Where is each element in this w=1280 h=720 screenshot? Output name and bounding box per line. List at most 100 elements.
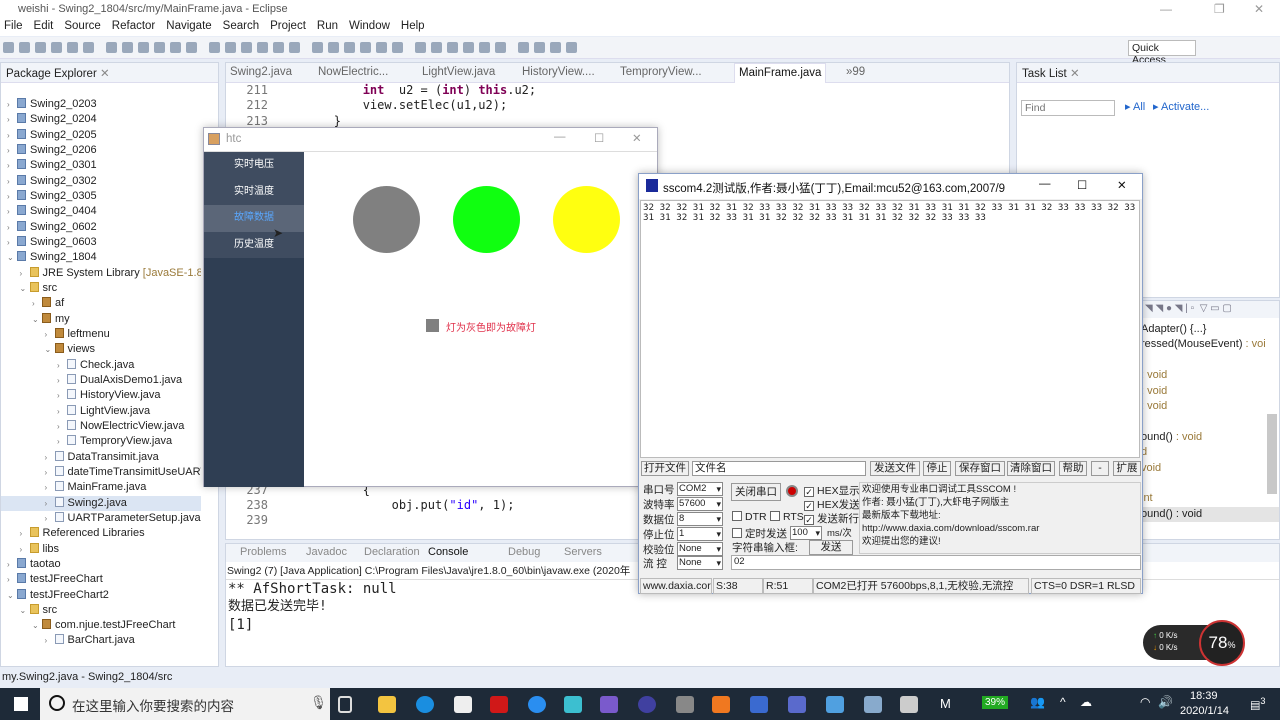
expand-arrow-icon[interactable]: › — [57, 419, 67, 434]
toolbar-button-icon[interactable] — [51, 42, 62, 53]
tree-item[interactable]: › DualAxisDemo1.java — [1, 373, 201, 388]
task-list-tab[interactable]: Task List — [1022, 68, 1067, 80]
tree-item[interactable]: › taotao — [1, 557, 201, 572]
tab-debug[interactable]: Debug — [508, 546, 540, 558]
expand-arrow-icon[interactable]: › — [20, 526, 30, 541]
toolbar-button-icon[interactable] — [138, 42, 149, 53]
expand-arrow-icon[interactable]: › — [45, 633, 55, 648]
rts-checkbox[interactable]: RTS — [770, 511, 804, 523]
hex-send-checkbox[interactable]: ✓ HEX发送 — [804, 497, 860, 512]
send-newline-checkbox[interactable]: ✓ 发送新行 — [804, 511, 859, 526]
editor-tab[interactable]: »99 — [846, 66, 865, 78]
htc-menu-item[interactable]: 实时电压 — [204, 152, 304, 179]
tree-item[interactable]: › DataTransimit.java — [1, 450, 201, 465]
sscom-maximize-button[interactable]: ☐ — [1077, 178, 1087, 192]
toolbar-button-icon[interactable] — [344, 42, 355, 53]
expand-arrow-icon[interactable]: › — [7, 572, 17, 587]
app-icon-8[interactable] — [864, 696, 882, 713]
toolbar-button-icon[interactable] — [415, 42, 426, 53]
toolbar-button-icon[interactable] — [328, 42, 339, 53]
menu-edit[interactable]: Edit — [34, 20, 54, 32]
collapse-arrow-icon[interactable]: ⌄ — [32, 312, 42, 327]
outline-item[interactable]: void — [1141, 461, 1279, 476]
outline-item[interactable]: : void — [1141, 368, 1279, 383]
toolbar-button-icon[interactable] — [186, 42, 197, 53]
app-icon-9[interactable] — [900, 696, 918, 713]
collapse-button[interactable]: - — [1091, 461, 1109, 476]
toolbar-button-icon[interactable] — [447, 42, 458, 53]
tree-item[interactable]: › TemproryView.java — [1, 434, 201, 449]
onedrive-icon[interactable]: ☁ — [1080, 695, 1092, 709]
people-icon[interactable]: 👥 — [1030, 695, 1045, 709]
tab-servers[interactable]: Servers — [564, 546, 602, 558]
tree-item[interactable]: › MainFrame.java — [1, 480, 201, 495]
tree-item[interactable]: › Referenced Libraries — [1, 526, 201, 541]
toolbar-button-icon[interactable] — [550, 42, 561, 53]
baud-select[interactable]: 57600 — [677, 497, 723, 511]
expand-arrow-icon[interactable]: › — [57, 358, 67, 373]
save-window-button[interactable]: 保存窗口 — [955, 461, 1005, 476]
tree-item[interactable]: › Swing2_0206 — [1, 143, 201, 158]
tree-item[interactable]: › Swing2_0205 — [1, 128, 201, 143]
toolbar-button-icon[interactable] — [170, 42, 181, 53]
eclipse-icon[interactable] — [638, 696, 656, 713]
tree-item[interactable]: › JRE System Library [JavaSE-1.8] — [1, 266, 201, 281]
toolbar-button-icon[interactable] — [463, 42, 474, 53]
tab-console[interactable]: Console — [428, 546, 468, 558]
netease-music-icon[interactable] — [490, 696, 508, 713]
task-view-icon[interactable] — [338, 696, 352, 713]
expand-arrow-icon[interactable]: › — [20, 542, 30, 557]
tree-item[interactable]: › BarChart.java — [1, 633, 201, 648]
outline-item[interactable]: : void — [1141, 399, 1279, 414]
outline-item[interactable]: d — [1141, 445, 1279, 460]
notification-center-icon[interactable]: ▤3 — [1250, 696, 1266, 712]
tree-item[interactable]: ⌄ views — [1, 342, 201, 357]
tree-item[interactable]: ⌄ com.njue.testJFreeChart — [1, 618, 201, 633]
expand-arrow-icon[interactable]: › — [7, 204, 17, 219]
quick-access-field[interactable]: Quick Access — [1128, 40, 1196, 66]
outline-item[interactable]: Adapter() {...} — [1141, 322, 1279, 337]
htc-maximize-button[interactable]: ☐ — [594, 131, 604, 145]
tree-item[interactable]: › Check.java — [1, 358, 201, 373]
app-icon-5[interactable] — [712, 696, 730, 713]
expand-arrow-icon[interactable]: › — [32, 296, 42, 311]
tree-item[interactable]: › af — [1, 296, 201, 311]
outline-item[interactable]: int — [1141, 491, 1279, 506]
tree-item[interactable]: › Swing2_0603 — [1, 235, 201, 250]
send-file-button[interactable]: 发送文件 — [870, 461, 920, 476]
tree-item[interactable]: ⌄ src — [1, 603, 201, 618]
outline-item[interactable]: ressed(MouseEvent) : voi — [1141, 337, 1279, 352]
tree-item[interactable]: › HistoryView.java — [1, 388, 201, 403]
sscom-taskbar-icon[interactable] — [788, 696, 806, 713]
editor-tab[interactable]: MainFrame.java — [734, 63, 827, 83]
clock-time[interactable]: 18:39 — [1190, 690, 1218, 702]
app-icon-2[interactable] — [564, 696, 582, 713]
sscom-minimize-button[interactable]: — — [1039, 178, 1051, 190]
collapse-arrow-icon[interactable]: ⌄ — [7, 588, 17, 603]
htc-menu-item[interactable]: 实时温度 — [204, 178, 304, 205]
app-icon-3[interactable] — [600, 696, 618, 713]
taskbar-search-box[interactable]: 在这里输入你要搜索的内容 🎙 — [40, 688, 330, 720]
outline-item[interactable]: ound() : void — [1141, 430, 1279, 445]
collapse-arrow-icon[interactable]: ⌄ — [32, 618, 42, 633]
toolbar-button-icon[interactable] — [392, 42, 403, 53]
expand-arrow-icon[interactable]: › — [45, 496, 55, 511]
toolbar-button-icon[interactable] — [312, 42, 323, 53]
expand-arrow-icon[interactable]: › — [7, 112, 17, 127]
volume-icon[interactable]: 🔊 — [1158, 695, 1173, 709]
editor-tab[interactable]: TemproryView... — [620, 66, 702, 78]
expand-arrow-icon[interactable]: › — [7, 220, 17, 235]
wifi-icon[interactable]: ◠ — [1140, 695, 1150, 709]
parity-select[interactable]: None — [677, 542, 723, 556]
tree-item[interactable]: › Swing2_0301 — [1, 158, 201, 173]
outline-scrollbar[interactable] — [1267, 414, 1277, 494]
outline-item[interactable] — [1141, 414, 1279, 429]
tree-item[interactable]: › libs — [1, 542, 201, 557]
htc-minimize-button[interactable]: — — [554, 131, 566, 143]
tree-item[interactable]: ⌄ my — [1, 312, 201, 327]
activate-link[interactable]: ▸ Activate... — [1153, 100, 1209, 113]
outline-item[interactable] — [1141, 353, 1279, 368]
stop-bits-select[interactable]: 1 — [677, 527, 723, 541]
collapse-arrow-icon[interactable]: ⌄ — [45, 342, 55, 357]
toolbar-button-icon[interactable] — [534, 42, 545, 53]
